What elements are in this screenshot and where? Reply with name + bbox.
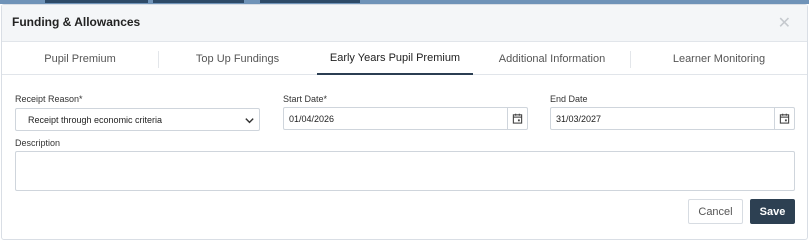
dialog-header: Funding & Allowances ✕: [2, 5, 807, 42]
receipt-reason-select[interactable]: Receipt through economic criteria: [15, 108, 260, 131]
close-icon[interactable]: ✕: [778, 13, 791, 33]
save-button[interactable]: Save: [750, 199, 795, 224]
start-date-label: Start Date*: [283, 94, 328, 104]
tab-early-years-pupil-premium[interactable]: Early Years Pupil Premium: [317, 43, 473, 75]
start-date-input[interactable]: 01/04/2026: [283, 107, 528, 130]
chevron-down-icon: [245, 118, 254, 124]
tab-pupil-premium[interactable]: Pupil Premium: [2, 43, 158, 75]
top-bar-segment: [260, 0, 360, 3]
dialog-title: Funding & Allowances: [12, 15, 141, 29]
calendar-icon[interactable]: [507, 108, 527, 129]
end-date-input[interactable]: 31/03/2027: [550, 107, 795, 130]
top-bar-segment: [45, 0, 148, 3]
end-date-value: 31/03/2027: [556, 114, 602, 124]
end-date-label: End Date: [550, 94, 588, 104]
cancel-button[interactable]: Cancel: [688, 199, 743, 224]
description-textarea[interactable]: [15, 151, 795, 191]
tab-top-up-fundings[interactable]: Top Up Fundings: [159, 43, 316, 75]
receipt-reason-value: Receipt through economic criteria: [28, 115, 163, 125]
tab-bar: Pupil Premium Top Up Fundings Early Year…: [2, 43, 807, 75]
receipt-reason-label: Receipt Reason*: [15, 94, 83, 104]
calendar-icon[interactable]: [774, 108, 794, 129]
top-bar-segment: [153, 0, 244, 3]
tab-additional-information[interactable]: Additional Information: [474, 43, 630, 75]
funding-allowances-dialog: Funding & Allowances ✕ Pupil Premium Top…: [1, 4, 808, 240]
description-label: Description: [15, 138, 61, 148]
tab-learner-monitoring[interactable]: Learner Monitoring: [631, 43, 807, 75]
start-date-value: 01/04/2026: [289, 114, 335, 124]
